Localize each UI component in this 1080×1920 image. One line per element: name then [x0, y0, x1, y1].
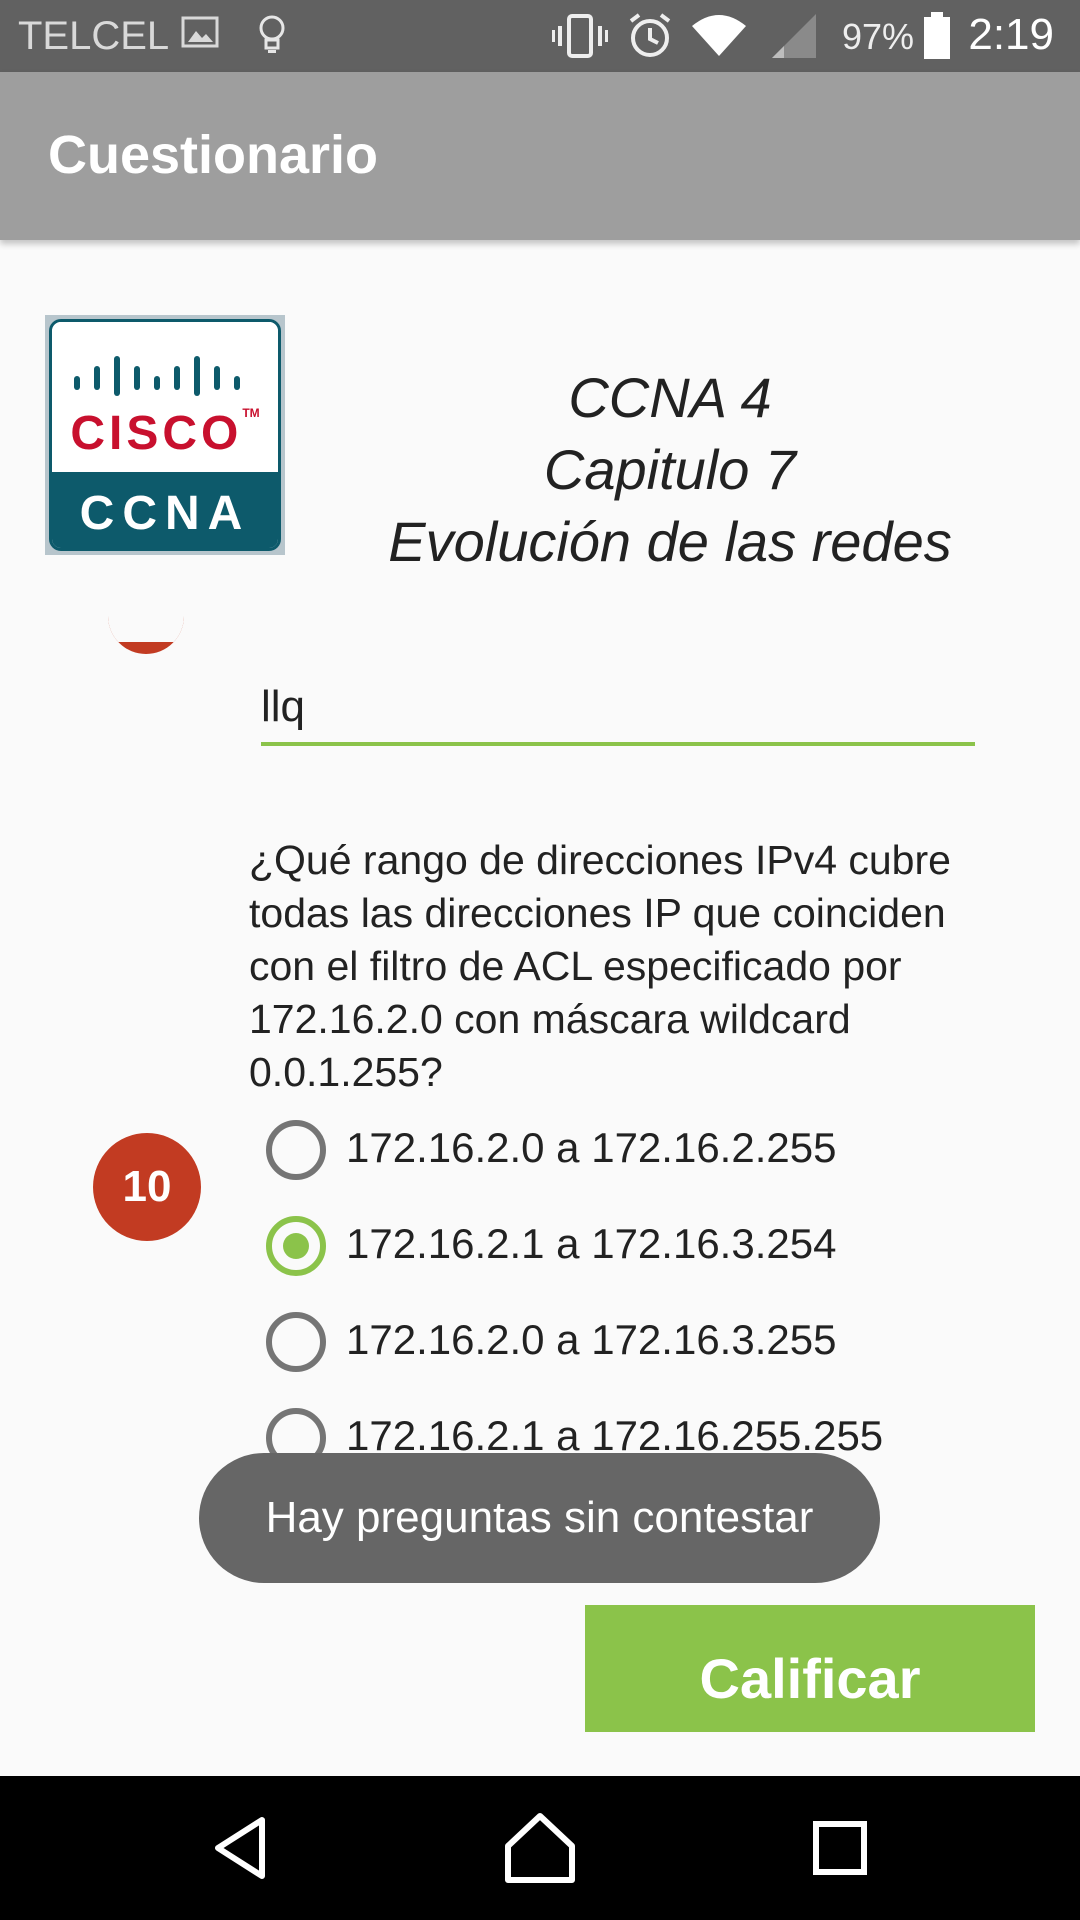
- vibrate-icon: [552, 12, 608, 65]
- radio-button-checked[interactable]: [266, 1216, 326, 1276]
- option-label: 172.16.2.0 a 172.16.2.255: [346, 1124, 837, 1171]
- previous-question-badge: [108, 594, 184, 654]
- battery-icon: [922, 12, 952, 65]
- answer-option[interactable]: 172.16.2.0 a 172.16.2.255: [265, 1117, 1025, 1213]
- home-icon[interactable]: [498, 1806, 582, 1890]
- logo-trademark: TM: [242, 406, 260, 420]
- question-number-badge: 10: [93, 1133, 201, 1241]
- back-icon[interactable]: [200, 1806, 284, 1890]
- answer-option-selected[interactable]: 172.16.2.1 a 172.16.3.254: [265, 1213, 1025, 1309]
- chapter-title-line-2: Capitulo 7: [543, 438, 797, 501]
- screen: TELCEL 97% 2:19 Cuestionario CISCOTM CCN…: [0, 0, 1080, 1920]
- carrier-name: TELCEL: [18, 14, 170, 58]
- chapter-title-line-3: Evolución de las redes: [388, 510, 952, 573]
- lightbulb-icon: [252, 12, 292, 61]
- answer-input[interactable]: [261, 680, 975, 746]
- radio-button[interactable]: [266, 1312, 326, 1372]
- logo-wordmark: CISCOTM: [52, 406, 278, 461]
- question-text: ¿Qué rango de direcciones IPv4 cubre tod…: [249, 837, 951, 1095]
- navigation-bar: [0, 1776, 1080, 1920]
- option-label: 172.16.2.0 a 172.16.3.255: [346, 1316, 837, 1363]
- battery-percent: 97%: [841, 16, 914, 57]
- grade-button[interactable]: Calificar: [585, 1605, 1035, 1732]
- app-bar-title: Cuestionario: [48, 125, 379, 185]
- alarm-icon: [627, 12, 673, 65]
- logo-frame: CISCOTM CCNA: [49, 319, 281, 551]
- cisco-bars-icon: [74, 356, 240, 396]
- answer-option[interactable]: 172.16.2.0 a 172.16.3.255: [265, 1309, 1025, 1405]
- option-label: 172.16.2.1 a 172.16.3.254: [346, 1220, 837, 1267]
- chapter-title: CCNA 4 Capitulo 7 Evolución de las redes: [330, 362, 1010, 578]
- wifi-icon: [690, 12, 748, 65]
- app-bar: Cuestionario: [0, 72, 1080, 240]
- cell-signal-icon: [770, 12, 818, 65]
- recents-icon[interactable]: [798, 1806, 882, 1890]
- status-bar: TELCEL 97% 2:19: [0, 0, 1080, 72]
- radio-button[interactable]: [266, 1120, 326, 1180]
- logo-badge-text: CCNA: [52, 472, 278, 548]
- clock: 2:19: [968, 10, 1054, 59]
- cisco-ccna-logo: CISCOTM CCNA: [45, 315, 285, 555]
- logo-wordmark-text: CISCO: [70, 407, 243, 460]
- image-icon: [180, 12, 220, 57]
- chapter-title-line-1: CCNA 4: [568, 366, 772, 429]
- toast-message: Hay preguntas sin contestar: [199, 1453, 880, 1583]
- logo-top-panel: CISCOTM: [52, 322, 278, 472]
- answer-options: 172.16.2.0 a 172.16.2.255 172.16.2.1 a 1…: [265, 1117, 1025, 1467]
